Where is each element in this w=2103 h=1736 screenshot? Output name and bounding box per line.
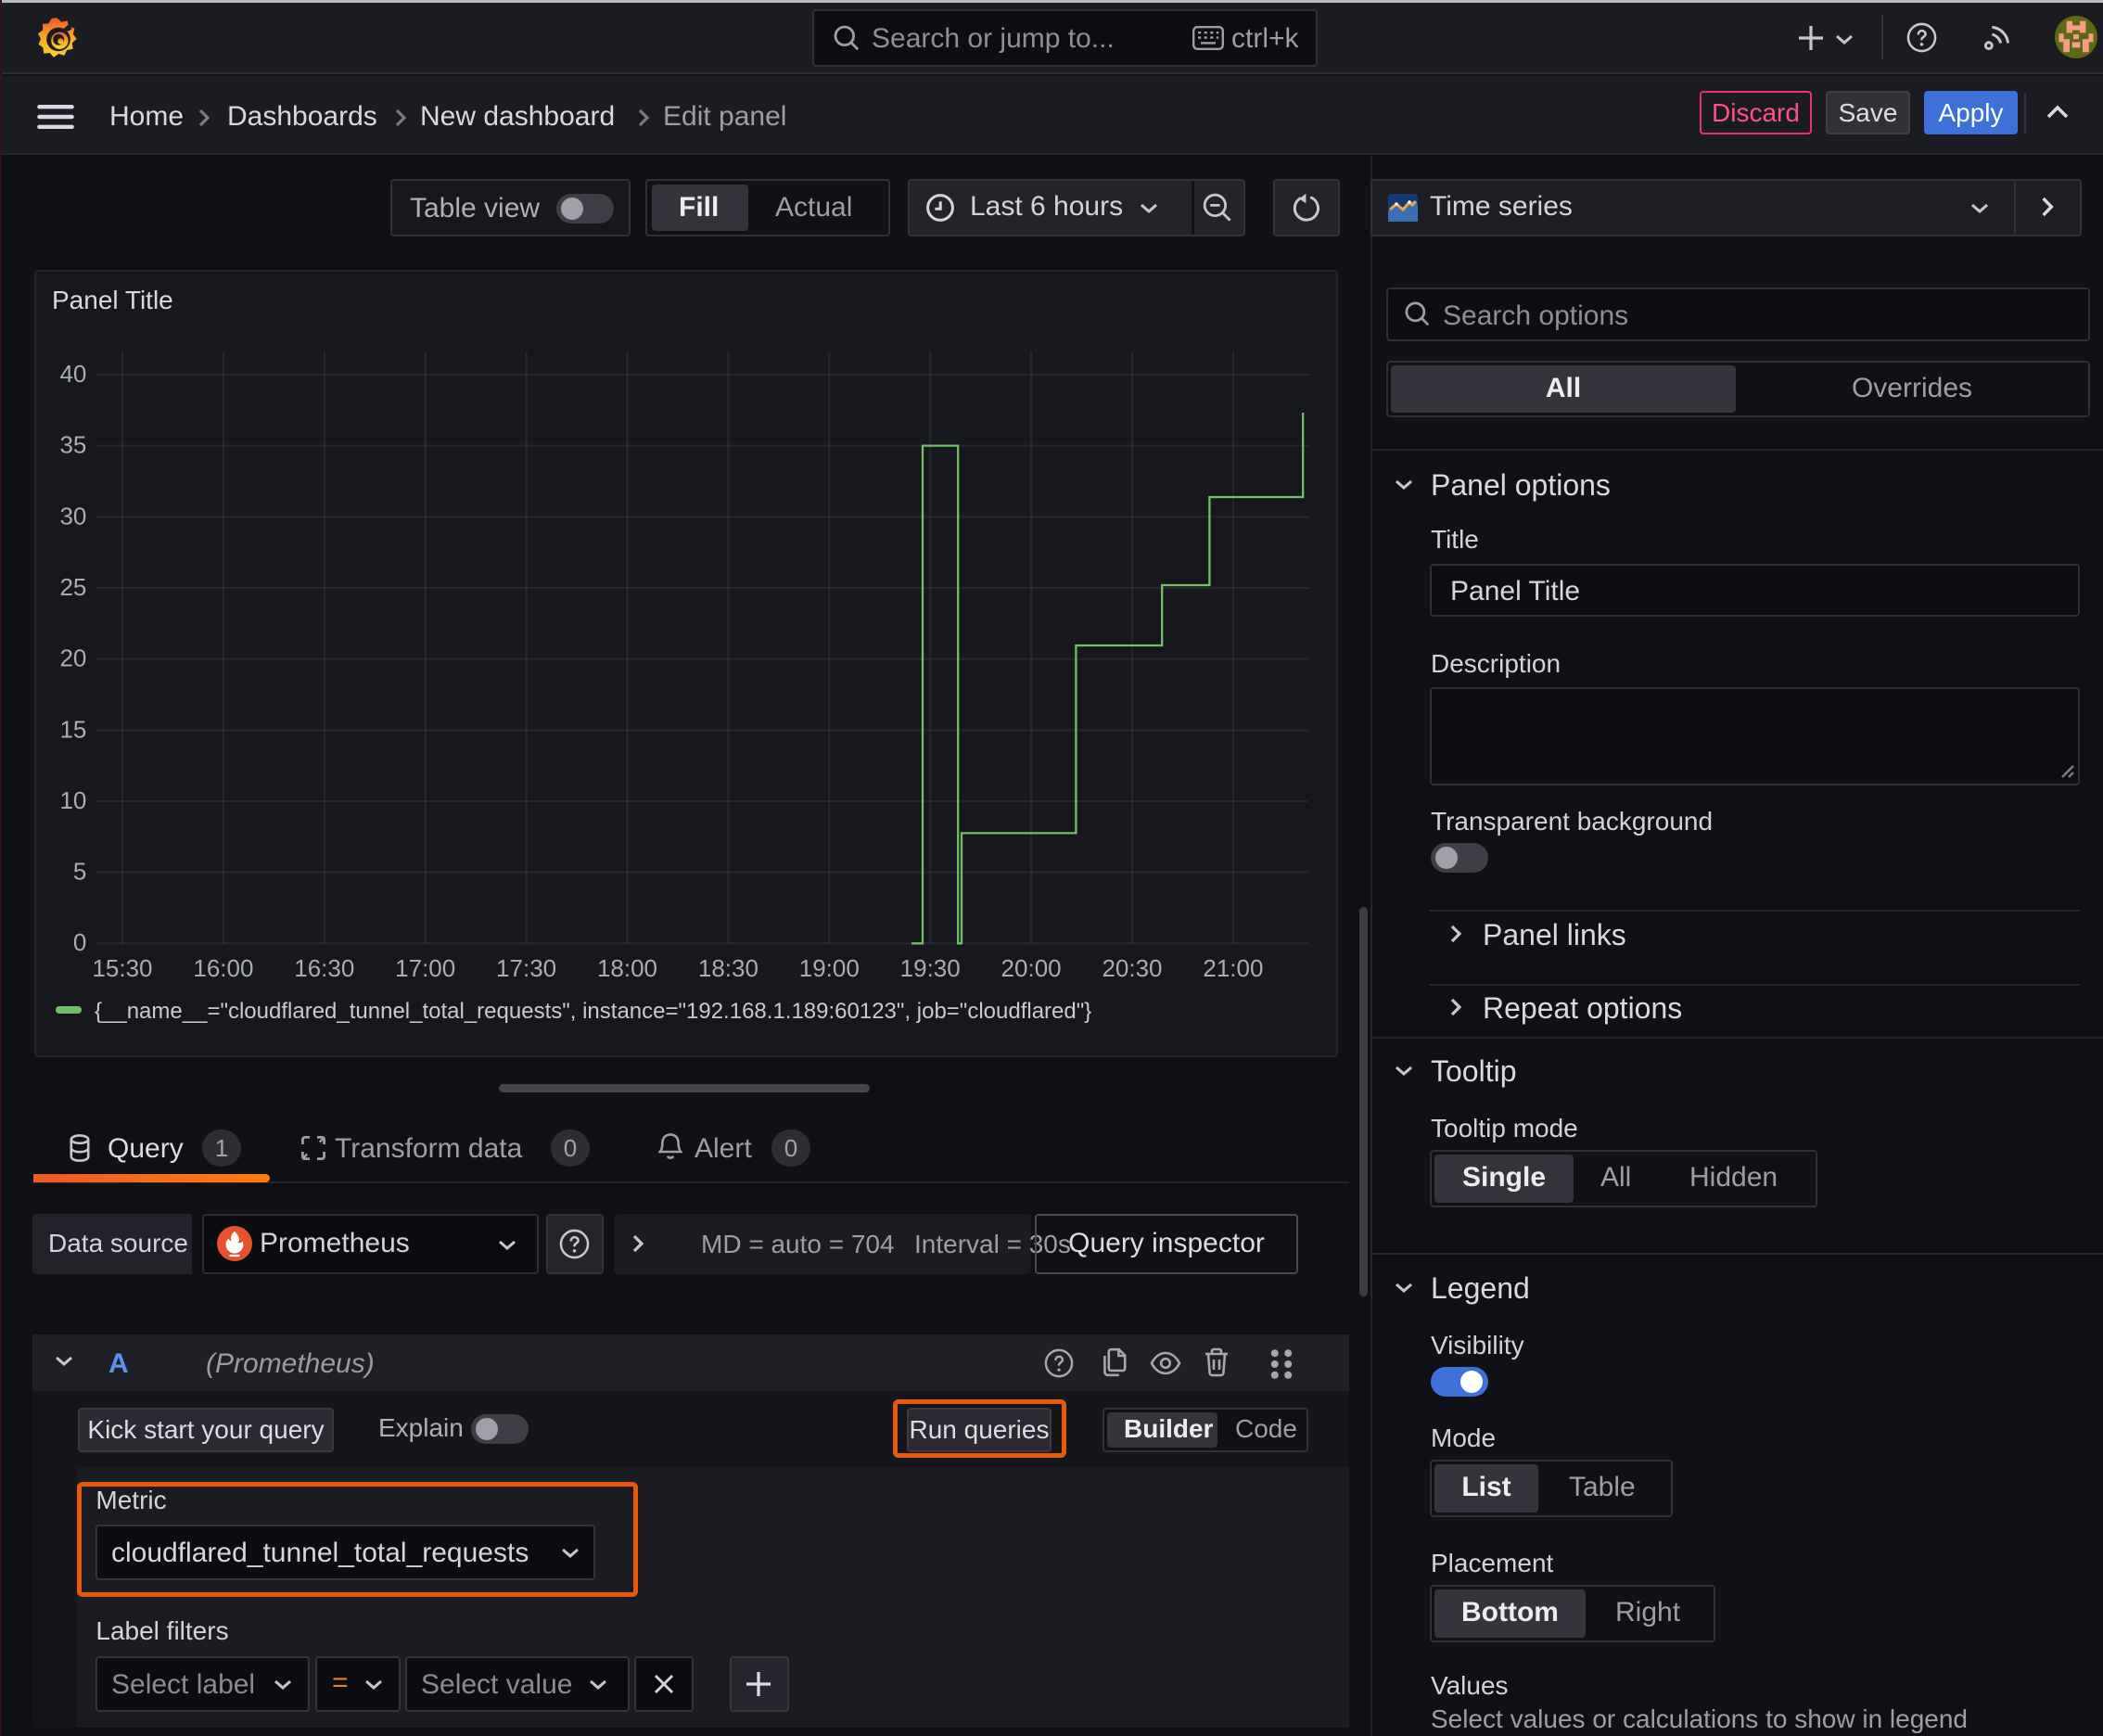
svg-text:15:30: 15:30 <box>92 954 152 982</box>
svg-text:10: 10 <box>59 786 86 814</box>
svg-text:18:30: 18:30 <box>698 954 758 982</box>
svg-text:30: 30 <box>59 502 86 530</box>
svg-text:20:30: 20:30 <box>1102 954 1162 982</box>
svg-text:19:00: 19:00 <box>799 954 860 982</box>
svg-text:35: 35 <box>59 431 86 459</box>
svg-text:21:00: 21:00 <box>1203 954 1263 982</box>
svg-text:17:30: 17:30 <box>496 954 556 982</box>
svg-text:5: 5 <box>73 858 86 886</box>
svg-text:15: 15 <box>59 715 86 743</box>
svg-text:0: 0 <box>73 928 86 956</box>
svg-text:25: 25 <box>59 573 86 601</box>
svg-text:16:30: 16:30 <box>294 954 354 982</box>
svg-text:19:30: 19:30 <box>900 954 961 982</box>
svg-text:18:00: 18:00 <box>597 954 657 982</box>
svg-text:20: 20 <box>59 645 86 672</box>
svg-text:17:00: 17:00 <box>395 954 455 982</box>
svg-text:20:00: 20:00 <box>1001 954 1062 982</box>
svg-text:40: 40 <box>59 360 86 388</box>
svg-text:16:00: 16:00 <box>193 954 253 982</box>
